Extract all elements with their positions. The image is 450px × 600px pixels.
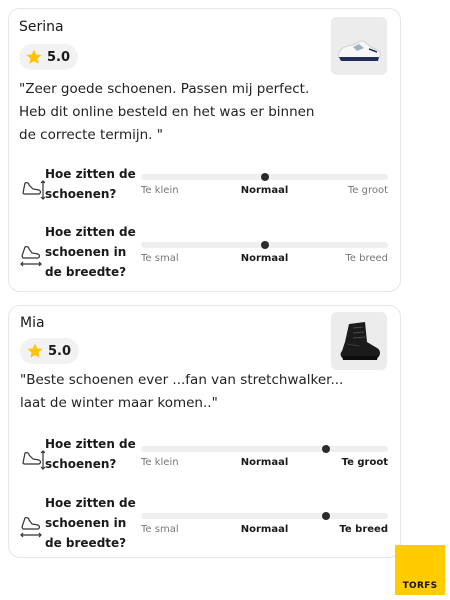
sneaker-image bbox=[331, 17, 387, 75]
scale-label-mid: Normaal bbox=[240, 524, 289, 535]
review-card: Serina 5.0 "Zeer goede schoenen. Passen … bbox=[8, 8, 401, 292]
reviewer-name: Mia bbox=[20, 315, 45, 331]
scale-label-low: Te klein bbox=[141, 457, 179, 468]
fit-length-question: Hoe zitten de schoenen? bbox=[45, 167, 136, 201]
fit-width-row: Hoe zitten de schoenen in de breedte? Te… bbox=[19, 222, 388, 282]
scale-label-high: Te breed bbox=[345, 253, 388, 264]
scale-label-high: Te groot bbox=[341, 457, 388, 468]
fit-width-row: Hoe zitten de schoenen in de breedte? Te… bbox=[19, 493, 388, 553]
rating-badge: 5.0 bbox=[19, 44, 79, 70]
fit-length-icon bbox=[19, 175, 45, 201]
scale-label-low: Te smal bbox=[141, 524, 179, 535]
fit-width-question: Hoe zitten de schoenen in de breedte? bbox=[45, 225, 136, 279]
scale-label-low: Te smal bbox=[141, 253, 179, 264]
fit-length-row: Hoe zitten de schoenen? Te klein Normaal… bbox=[19, 434, 388, 494]
rating-value: 5.0 bbox=[48, 343, 72, 359]
scale-marker bbox=[260, 241, 269, 249]
fit-width-question: Hoe zitten de schoenen in de breedte? bbox=[45, 496, 136, 550]
product-thumbnail[interactable] bbox=[331, 312, 387, 370]
review-card: Mia 5.0 "Beste schoenen ever ...fan van … bbox=[8, 305, 401, 558]
fit-length-icon bbox=[19, 445, 45, 471]
scale-label-high: Te breed bbox=[339, 524, 388, 535]
boot-image bbox=[331, 312, 387, 370]
torfs-logo[interactable]: TORFS bbox=[395, 545, 445, 595]
star-icon bbox=[26, 49, 42, 64]
scale-label-mid: Normaal bbox=[240, 185, 289, 196]
review-comment: "Zeer goede schoenen. Passen mij perfect… bbox=[19, 81, 315, 143]
scale-label-low: Te klein bbox=[141, 185, 179, 196]
star-icon bbox=[27, 343, 43, 358]
rating-value: 5.0 bbox=[47, 49, 71, 65]
logo-text: TORFS bbox=[402, 581, 438, 591]
fit-length-row: Hoe zitten de schoenen? Te klein Normaal… bbox=[19, 164, 388, 224]
fit-length-question: Hoe zitten de schoenen? bbox=[45, 437, 136, 471]
review-comment: "Beste schoenen ever ...fan van stretchw… bbox=[20, 372, 344, 411]
rating-badge: 5.0 bbox=[20, 338, 80, 364]
scale-label-mid: Normaal bbox=[240, 253, 289, 264]
fit-width-icon bbox=[19, 242, 45, 268]
scale-track bbox=[141, 513, 388, 519]
scale-track bbox=[141, 446, 388, 452]
product-thumbnail[interactable] bbox=[331, 17, 387, 75]
scale-label-high: Te groot bbox=[347, 185, 388, 196]
scale-marker bbox=[260, 173, 269, 181]
reviewer-name: Serina bbox=[19, 19, 64, 35]
fit-width-icon bbox=[19, 513, 45, 539]
scale-label-mid: Normaal bbox=[240, 457, 289, 468]
